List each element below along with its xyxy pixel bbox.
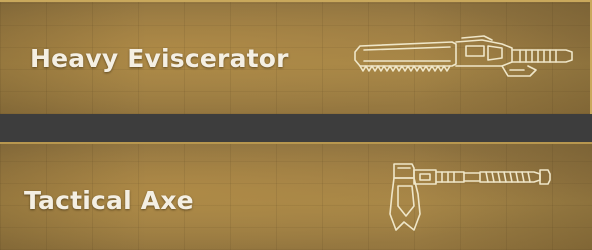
axe-icon [384, 160, 556, 234]
chainsword-icon [352, 30, 578, 84]
weapon-card-heavy-eviscerator[interactable]: Heavy Eviscerator [0, 0, 592, 114]
separator [0, 114, 592, 142]
weapon-list: Heavy Eviscerator Tactical Axe [0, 0, 592, 250]
weapon-card-tactical-axe[interactable]: Tactical Axe [0, 142, 592, 250]
weapon-name: Heavy Eviscerator [30, 44, 289, 73]
weapon-name: Tactical Axe [24, 186, 194, 215]
